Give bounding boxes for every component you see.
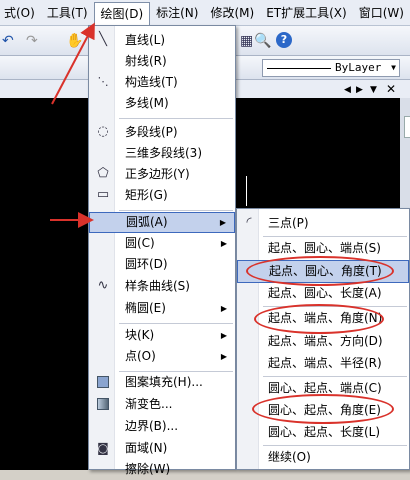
arrow-to-draw-menu — [51, 22, 95, 105]
annotation-arrows — [50, 22, 95, 228]
